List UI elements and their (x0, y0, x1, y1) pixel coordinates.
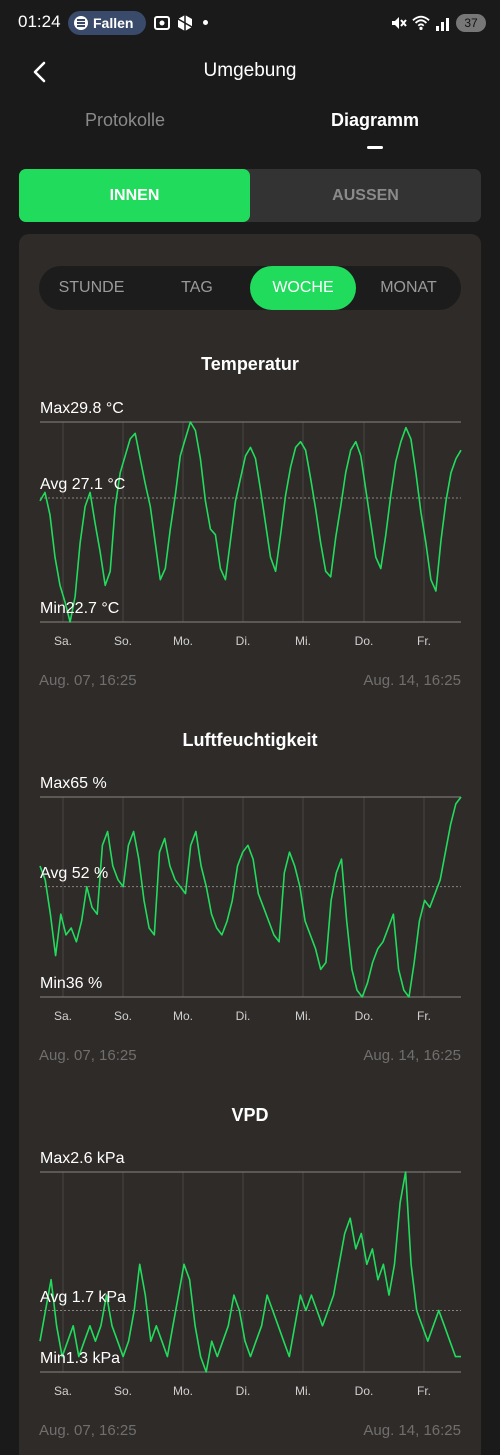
x-tick-label: So. (113, 1009, 132, 1023)
x-tick-label: Mi. (295, 1384, 311, 1398)
status-bar: 01:24 Fallen 37 (0, 0, 500, 46)
hum-avg-label: Avg 52 % (40, 865, 109, 882)
view-tabs: Protokolle Diagramm (0, 110, 500, 155)
cube-icon (177, 15, 193, 31)
time-range-selector: STUNDE TAG WOCHE MONAT (39, 266, 461, 310)
x-tick-label: So. (113, 1384, 132, 1398)
x-tick-label: Sa. (53, 634, 72, 648)
temp-avg-label: Avg 27.1 °C (40, 476, 126, 493)
chart-title-temperatur: Temperatur (201, 354, 299, 374)
hum-start-date: Aug. 07, 16:25 (39, 1047, 137, 1064)
spotify-icon (74, 16, 88, 30)
hum-max-label: Max65 % (40, 775, 107, 792)
status-time: 01:24 (18, 12, 61, 31)
hum-min-label: Min36 % (40, 975, 103, 992)
x-tick-label: Mo. (172, 1009, 193, 1023)
series-line (39, 1171, 461, 1373)
temperature-chart: Max29.8 °C Avg 27.1 °C Min22.7 °C Aug. 0… (0, 396, 500, 696)
location-toggle: INNEN AUSSEN (19, 169, 481, 222)
chart-title-vpd: VPD (231, 1105, 269, 1125)
x-tick-label: Di. (235, 1384, 251, 1398)
x-tick-label: Mi. (295, 634, 311, 648)
x-tick-label: Mo. (172, 634, 193, 648)
x-tick-label: Mo. (172, 1384, 193, 1398)
range-woche-button[interactable]: WOCHE (250, 266, 356, 310)
x-tick-label: Di. (235, 634, 251, 648)
page-title: Umgebung (203, 60, 297, 81)
temp-end-date: Aug. 14, 16:25 (363, 672, 461, 689)
temp-start-date: Aug. 07, 16:25 (39, 672, 137, 689)
x-tick-label: Do. (354, 634, 374, 648)
chart-title-luftfeuchtigkeit: Luftfeuchtigkeit (182, 730, 318, 750)
series-line (39, 421, 462, 623)
x-tick-label: Sa. (53, 1384, 72, 1398)
vpd-start-date: Aug. 07, 16:25 (39, 1422, 137, 1439)
tab-active-indicator (367, 146, 383, 149)
battery-indicator: 37 (456, 14, 486, 32)
range-monat-button[interactable]: MONAT (356, 266, 461, 310)
toggle-aussen-button[interactable]: AUSSEN (250, 169, 481, 222)
temp-max-label: Max29.8 °C (40, 400, 124, 417)
x-tick-label: Fr. (417, 1009, 431, 1023)
range-tag-button[interactable]: TAG (144, 266, 250, 310)
media-pill[interactable]: Fallen (68, 11, 146, 35)
wifi-icon (412, 15, 430, 31)
media-app-label: Fallen (93, 15, 134, 31)
x-tick-label: Mi. (295, 1009, 311, 1023)
vpd-min-label: Min1.3 kPa (40, 1350, 121, 1367)
x-tick-label: Do. (354, 1384, 374, 1398)
x-tick-label: Di. (235, 1009, 251, 1023)
vpd-chart: Max2.6 kPa Avg 1.7 kPa Min1.3 kPa Aug. 0… (0, 1146, 500, 1446)
signal-icon (436, 18, 449, 31)
x-tick-label: Sa. (53, 1009, 72, 1023)
humidity-chart: Max65 % Avg 52 % Min36 % Aug. 07, 16:25 … (0, 771, 500, 1071)
range-stunde-button[interactable]: STUNDE (39, 266, 144, 310)
screenshot-icon (154, 16, 170, 30)
x-tick-label: Fr. (417, 1384, 431, 1398)
tab-diagramm[interactable]: Diagramm (250, 110, 500, 131)
x-tick-label: So. (113, 634, 132, 648)
mute-icon (392, 17, 407, 29)
hum-end-date: Aug. 14, 16:25 (363, 1047, 461, 1064)
x-tick-label: Fr. (417, 634, 431, 648)
vpd-max-label: Max2.6 kPa (40, 1150, 125, 1167)
app-header: Umgebung (0, 50, 500, 94)
series-line (39, 796, 462, 998)
temp-min-label: Min22.7 °C (40, 600, 120, 617)
x-tick-label: Do. (354, 1009, 374, 1023)
tab-protokolle[interactable]: Protokolle (0, 110, 250, 131)
notification-dot-icon (203, 20, 208, 25)
vpd-end-date: Aug. 14, 16:25 (363, 1422, 461, 1439)
toggle-innen-button[interactable]: INNEN (19, 169, 250, 222)
vpd-avg-label: Avg 1.7 kPa (40, 1289, 126, 1306)
